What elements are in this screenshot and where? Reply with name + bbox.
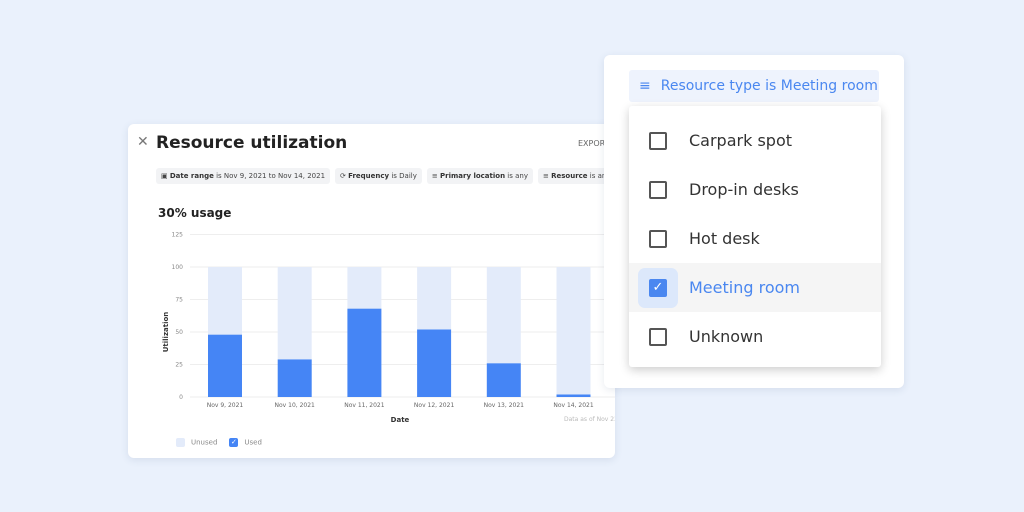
checkbox[interactable]	[649, 327, 667, 346]
resource-type-menu: Carpark spot Drop-in desks Hot desk ✓ Meetin…	[629, 106, 881, 367]
x-tick-label: Nov 14, 2021	[553, 402, 594, 409]
bar-unused	[277, 267, 312, 360]
x-tick-label: Nov 13, 2021	[484, 402, 525, 409]
bar-used	[208, 334, 242, 397]
resource-type-filter-popover: ≡ Resource type is Meeting room Carpark …	[604, 55, 904, 388]
y-tick-label: 75	[175, 297, 183, 304]
filter-icon: ≡	[431, 172, 438, 180]
filter-chip[interactable]: ⟳ Frequency is Daily	[335, 168, 422, 184]
bar-used	[277, 359, 312, 397]
y-tick-label: 125	[172, 232, 184, 239]
bar-used	[417, 329, 452, 397]
filter-chip[interactable]: ≡ Primary location is any	[426, 168, 533, 184]
x-tick-label: Nov 12, 2021	[414, 402, 455, 409]
bar-used	[486, 363, 521, 397]
menu-option[interactable]: Carpark spot	[629, 116, 881, 165]
bar-used	[347, 308, 382, 397]
checkbox[interactable]	[649, 131, 667, 150]
legend-unused[interactable]: Unused	[176, 438, 217, 447]
resource-type-filter-chip[interactable]: ≡ Resource type is Meeting room	[629, 70, 879, 102]
menu-option[interactable]: Unknown	[629, 312, 881, 361]
bar-unused	[417, 267, 452, 330]
legend: Unused ✓ Used	[176, 438, 262, 447]
resource-utilization-panel: ✕ Resource utilization EXPORT ▣ Date ran…	[128, 124, 615, 458]
close-icon[interactable]: ✕	[137, 134, 149, 150]
bar-unused	[208, 267, 242, 335]
checkbox[interactable]	[649, 229, 667, 248]
page-title: Resource utilization	[156, 133, 348, 153]
filter-icon: ≡	[639, 78, 651, 94]
data-footnote: Data as of Nov 23	[564, 416, 615, 423]
utilization-chart: 0 25 50 75 100 125 Nov 9, 2021 Nov 10, 2021 Nov …	[162, 232, 615, 424]
checkbox[interactable]	[649, 180, 667, 199]
filter-bar: ▣ Date range is Nov 9, 2021 to Nov 14, 2…	[156, 168, 615, 184]
y-axis-label: Utilization	[162, 312, 170, 353]
y-tick-label: 0	[179, 394, 183, 401]
filter-icon: ≡	[543, 172, 549, 180]
y-tick-label: 25	[175, 362, 183, 369]
menu-option[interactable]: Hot desk	[629, 214, 881, 263]
bar-unused	[556, 267, 591, 395]
bar-unused	[347, 267, 382, 309]
x-tick-label: Nov 9, 2021	[207, 402, 244, 409]
menu-option[interactable]: Drop-in desks	[629, 165, 881, 214]
usage-summary: 30% usage	[158, 206, 232, 220]
refresh-icon: ⟳	[340, 172, 346, 180]
bar-unused	[486, 267, 521, 364]
x-tick-label: Nov 10, 2021	[275, 402, 316, 409]
y-tick-label: 50	[175, 329, 183, 336]
x-axis-label: Date	[391, 416, 410, 424]
legend-used[interactable]: ✓ Used	[229, 438, 262, 447]
menu-option[interactable]: ✓ Meeting room	[629, 263, 881, 312]
filter-chip[interactable]: ▣ Date range is Nov 9, 2021 to Nov 14, 2…	[156, 168, 331, 184]
checkbox[interactable]: ✓	[649, 278, 667, 297]
calendar-icon: ▣	[161, 172, 168, 180]
y-tick-label: 100	[172, 264, 184, 271]
bar-used	[556, 394, 591, 397]
x-tick-label: Nov 11, 2021	[344, 402, 385, 409]
